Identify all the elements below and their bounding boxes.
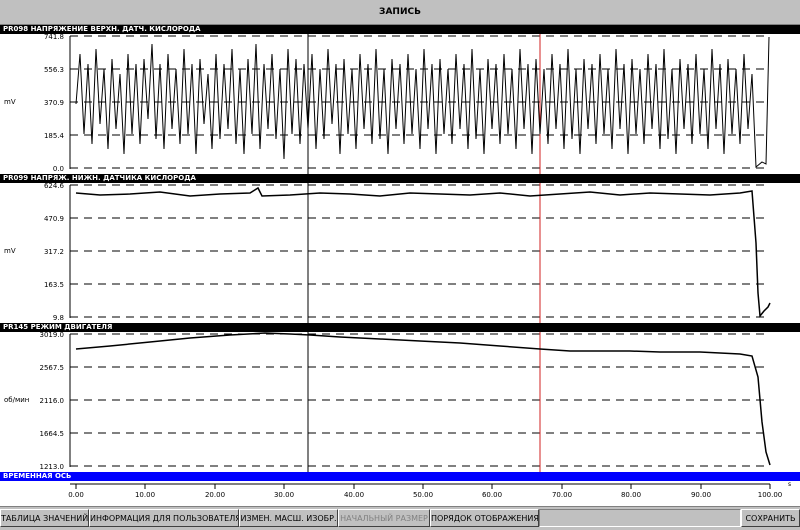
time-axis-header: ВРЕМЕННАЯ ОСЬ [0,472,800,481]
panel-header-pr098: PR098 НАПРЯЖЕНИЕ ВЕРХН. ДАТЧ. КИСЛОРОДА [0,25,800,34]
time-tick-label: 100.00 [757,491,783,499]
chart-svg [69,34,770,174]
time-tick-label: 50.00 [412,491,434,499]
time-axis: 0.00 10.00 20.00 30.00 40.00 50.00 60.00… [0,481,800,506]
chart-panel-pr145[interactable]: об/мин 3019.0 2567.5 2116.0 1664.5 1213.… [0,331,800,472]
panel-header-pr099: PR099 НАПРЯЖ. НИЖН. ДАТЧИКА КИСЛОРОДА [0,174,800,183]
time-tick-label: 60.00 [481,491,503,499]
chart-panel-pr098[interactable]: mV 741.8 556.3 370.9 185.4 0.0 [0,33,800,174]
time-axis-svg [70,483,771,489]
user-info-button[interactable]: ИНФОРМАЦИЯ ДЛЯ ПОЛЬЗОВАТЕЛЯ [89,509,239,527]
time-tick-label: 90.00 [690,491,712,499]
values-table-button[interactable]: ТАБЛИЦА ЗНАЧЕНИЙ [0,509,89,527]
chart-svg [69,183,771,323]
toolbar-spacer [539,509,741,527]
time-tick-label: 80.00 [620,491,642,499]
series-line-pr099 [75,186,771,318]
chart-panel-pr099[interactable]: mV 624.6 470.9 317.2 163.5 9.8 [0,182,800,323]
time-unit: s [788,481,792,488]
series-line-pr145 [75,332,771,466]
time-tick-label: 30.00 [273,491,295,499]
time-tick-label: 20.00 [204,491,226,499]
change-scale-button[interactable]: ИЗМЕН. МАСШ. ИЗОБР. [239,509,338,527]
chart-svg [69,332,771,472]
window-title: ЗАПИСЬ [0,0,800,25]
save-button[interactable]: СОХРАНИТЬ [741,509,800,527]
time-tick-label: 40.00 [343,491,365,499]
panel-header-pr145: PR145 РЕЖИМ ДВИГАТЕЛЯ [0,323,800,332]
initial-size-button[interactable]: НАЧАЛЬНЫЙ РАЗМЕР [338,509,430,527]
display-order-button[interactable]: ПОРЯДОК ОТОБРАЖЕНИЯ [430,509,539,527]
time-tick-label: 70.00 [551,491,573,499]
time-tick-label: 0.00 [68,491,84,499]
bottom-toolbar: ТАБЛИЦА ЗНАЧЕНИЙ ИНФОРМАЦИЯ ДЛЯ ПОЛЬЗОВА… [0,506,800,530]
time-tick-label: 10.00 [134,491,156,499]
